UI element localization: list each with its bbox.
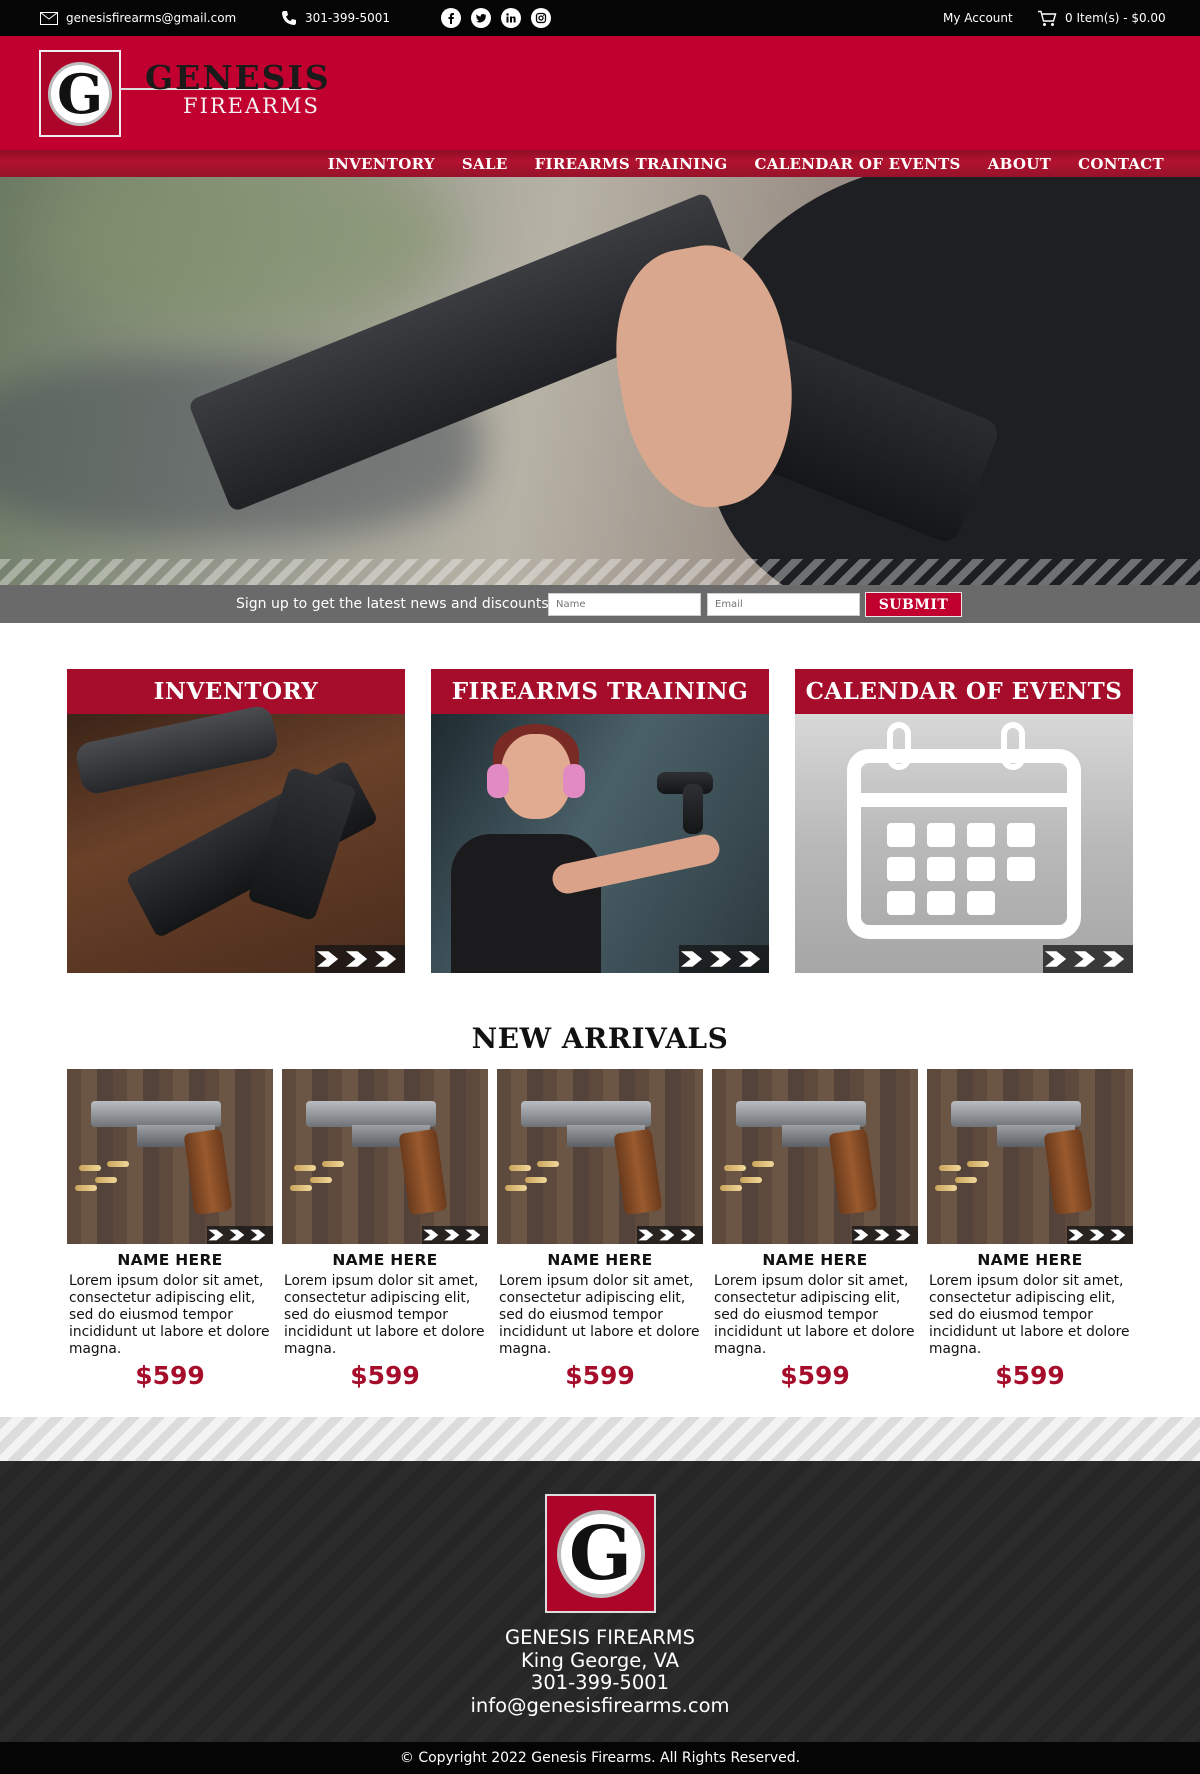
product-name[interactable]: NAME HERE: [282, 1251, 488, 1269]
nav-contact[interactable]: CONTACT: [1078, 155, 1164, 173]
signup-name-input[interactable]: [548, 593, 701, 616]
product-price: $599: [565, 1361, 635, 1390]
cart-icon: [1038, 10, 1057, 26]
product-image[interactable]: [282, 1069, 488, 1244]
footer-stripe-band: [0, 1417, 1200, 1461]
inventory-image: [67, 703, 405, 973]
site-header: G GENESIS FIREARMS: [0, 36, 1200, 150]
view-more-arrows: [1067, 1226, 1133, 1244]
copyright-text: © Copyright 2022 Genesis Firearms. All R…: [0, 1742, 1200, 1774]
product-description: Lorem ipsum dolor sit amet, consectetur …: [714, 1273, 915, 1357]
product-image[interactable]: [67, 1069, 273, 1244]
hero-stripe-band: [0, 559, 1200, 585]
signup-submit-button[interactable]: SUBMIT: [865, 592, 962, 617]
nav-calendar-of-events[interactable]: CALENDAR OF EVENTS: [755, 155, 961, 173]
nav-sale[interactable]: SALE: [462, 155, 508, 173]
product-card: NAME HERE Lorem ipsum dolor sit amet, co…: [927, 1069, 1133, 1390]
signup-label: Sign up to get the latest news and disco…: [236, 596, 549, 612]
logo[interactable]: G: [39, 50, 121, 137]
main-nav-bar: INVENTORY SALE FIREARMS TRAINING CALENDA…: [0, 150, 1200, 177]
nav-inventory[interactable]: INVENTORY: [328, 155, 435, 173]
twitter-icon[interactable]: [471, 8, 491, 28]
training-image: [431, 714, 769, 973]
view-more-arrows: [679, 945, 769, 973]
envelope-icon: [40, 11, 58, 25]
product-image[interactable]: [497, 1069, 703, 1244]
phone-icon: [282, 11, 296, 25]
cart-summary: 0 Item(s) - $0.00: [1065, 11, 1166, 25]
product-name[interactable]: NAME HERE: [927, 1251, 1133, 1269]
footer-email[interactable]: info@genesisfirearms.com: [0, 1694, 1200, 1718]
view-more-arrows: [1043, 945, 1133, 973]
product-description: Lorem ipsum dolor sit amet, consectetur …: [284, 1273, 485, 1357]
feature-card-title: INVENTORY: [67, 669, 405, 714]
phone-link[interactable]: 301-399-5001: [281, 0, 390, 36]
brand-name-line2: FIREARMS: [183, 94, 320, 118]
top-bar: genesisfirearms@gmail.com 301-399-5001 M…: [0, 0, 1200, 36]
product-price: $599: [350, 1361, 420, 1390]
email-text: genesisfirearms@gmail.com: [66, 11, 237, 25]
footer-phone[interactable]: 301-399-5001: [0, 1671, 1200, 1695]
product-name[interactable]: NAME HERE: [712, 1251, 918, 1269]
nav-about[interactable]: ABOUT: [988, 155, 1051, 173]
social-links: [441, 8, 551, 28]
product-description: Lorem ipsum dolor sit amet, consectetur …: [499, 1273, 700, 1357]
footer-logo[interactable]: G: [545, 1494, 656, 1613]
product-price: $599: [995, 1361, 1065, 1390]
feature-card-inventory[interactable]: INVENTORY: [67, 669, 405, 973]
footer-company-name: GENESIS FIREARMS: [505, 1626, 695, 1649]
footer-logo-letter: G: [568, 1510, 633, 1597]
logo-emblem: G: [48, 61, 112, 126]
product-name[interactable]: NAME HERE: [67, 1251, 273, 1269]
product-card: NAME HERE Lorem ipsum dolor sit amet, co…: [67, 1069, 273, 1390]
linkedin-icon[interactable]: [501, 8, 521, 28]
newsletter-signup: Sign up to get the latest news and disco…: [0, 585, 1200, 623]
brand-name-line1: GENESIS: [145, 58, 331, 97]
product-card: NAME HERE Lorem ipsum dolor sit amet, co…: [282, 1069, 488, 1390]
view-more-arrows: [422, 1226, 488, 1244]
feature-card-title: FIREARMS TRAINING: [431, 669, 769, 714]
cart-link[interactable]: 0 Item(s) - $0.00: [1037, 0, 1166, 36]
product-description: Lorem ipsum dolor sit amet, consectetur …: [929, 1273, 1130, 1357]
facebook-icon[interactable]: [441, 8, 461, 28]
product-name[interactable]: NAME HERE: [497, 1251, 703, 1269]
view-more-arrows: [637, 1226, 703, 1244]
product-image[interactable]: [927, 1069, 1133, 1244]
my-account-link[interactable]: My Account: [943, 0, 1013, 36]
view-more-arrows: [852, 1226, 918, 1244]
nav-firearms-training[interactable]: FIREARMS TRAINING: [535, 155, 728, 173]
product-price: $599: [780, 1361, 850, 1390]
phone-text: 301-399-5001: [305, 11, 391, 25]
product-card: NAME HERE Lorem ipsum dolor sit amet, co…: [497, 1069, 703, 1390]
site-footer: G GENESIS FIREARMS King George, VA 301-3…: [0, 1461, 1200, 1742]
signup-email-input[interactable]: [707, 593, 860, 616]
view-more-arrows: [207, 1226, 273, 1244]
product-image[interactable]: [712, 1069, 918, 1244]
feature-card-calendar-of-events[interactable]: CALENDAR OF EVENTS: [795, 669, 1133, 973]
view-more-arrows: [315, 945, 405, 973]
product-price: $599: [135, 1361, 205, 1390]
main-nav: INVENTORY SALE FIREARMS TRAINING CALENDA…: [328, 150, 1164, 177]
feature-card-firearms-training[interactable]: FIREARMS TRAINING: [431, 669, 769, 973]
logo-letter: G: [56, 61, 104, 126]
hero-banner-image: [0, 177, 1200, 585]
footer-logo-emblem: G: [556, 1509, 645, 1598]
footer-contact-info: GENESIS FIREARMS King George, VA 301-399…: [0, 1626, 1200, 1718]
feature-card-title: CALENDAR OF EVENTS: [795, 669, 1133, 714]
calendar-icon: [795, 714, 1133, 973]
new-arrivals-title: NEW ARRIVALS: [471, 1022, 729, 1055]
email-link[interactable]: genesisfirearms@gmail.com: [40, 0, 236, 36]
instagram-icon[interactable]: [531, 8, 551, 28]
my-account-text: My Account: [943, 11, 1013, 25]
product-card: NAME HERE Lorem ipsum dolor sit amet, co…: [712, 1069, 918, 1390]
product-description: Lorem ipsum dolor sit amet, consectetur …: [69, 1273, 270, 1357]
footer-location: King George, VA: [520, 1648, 680, 1672]
